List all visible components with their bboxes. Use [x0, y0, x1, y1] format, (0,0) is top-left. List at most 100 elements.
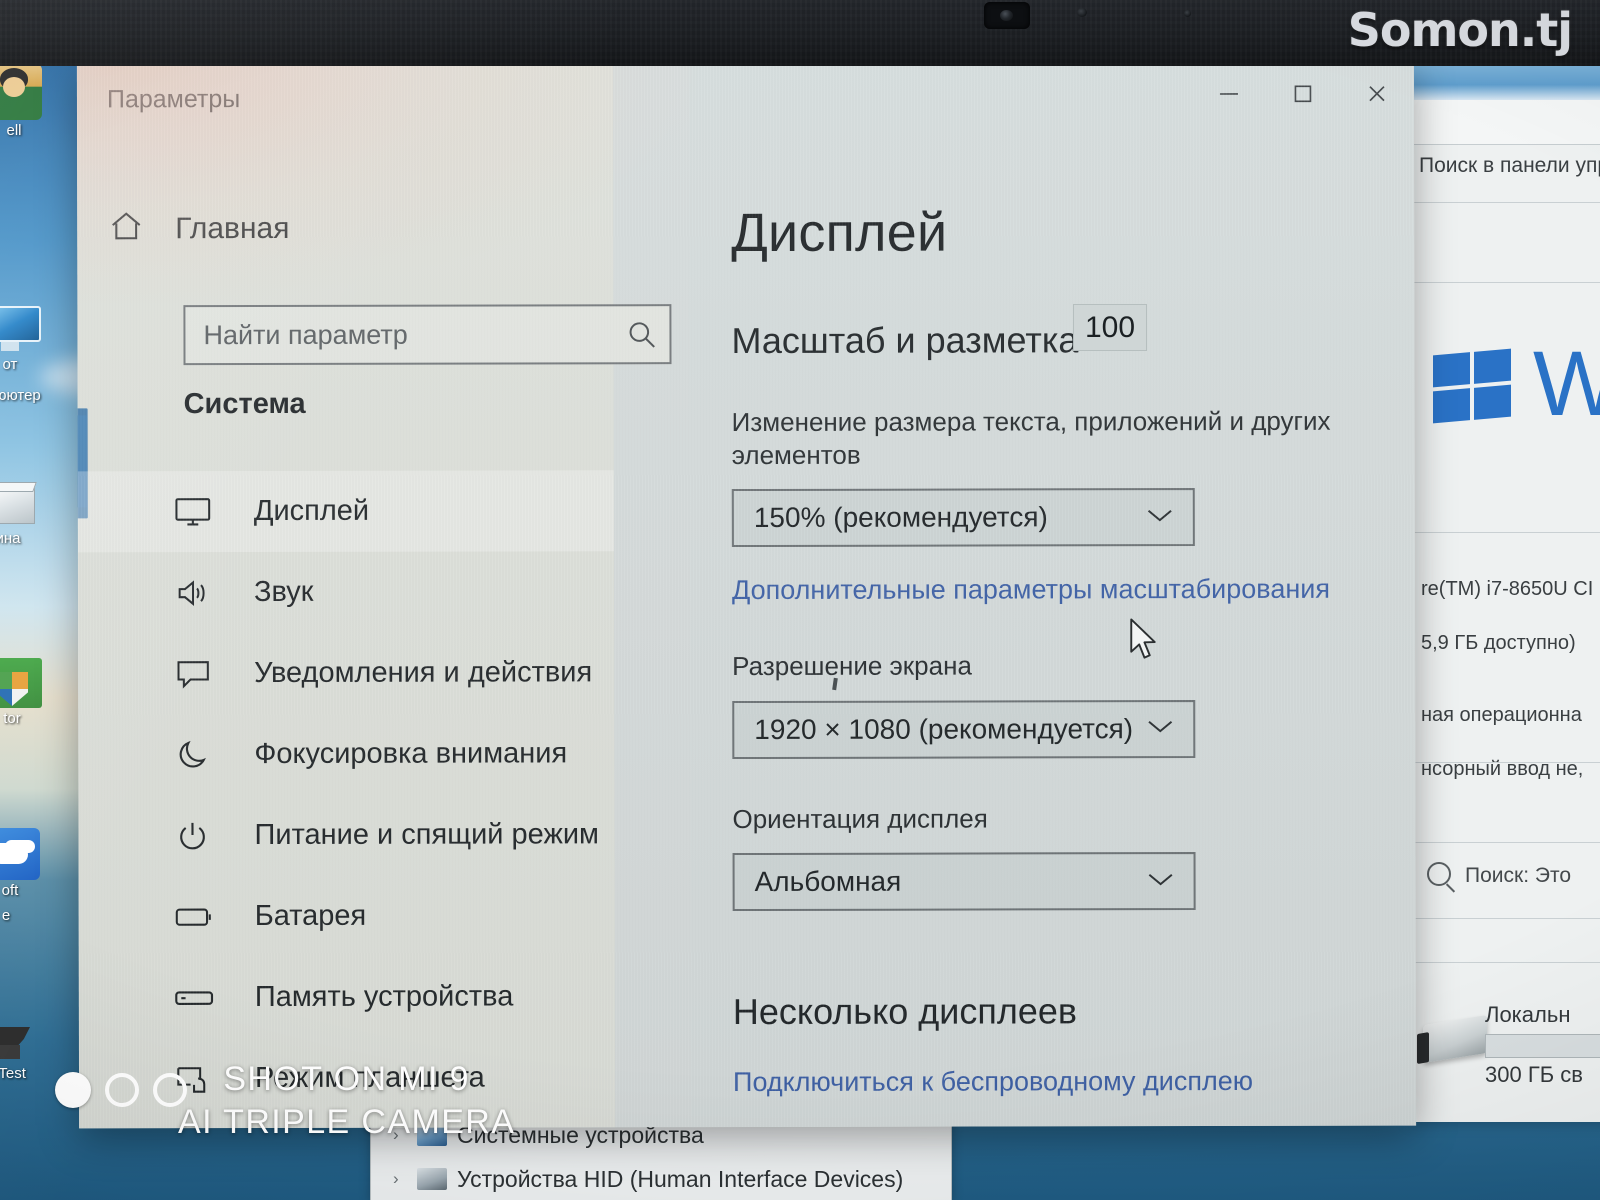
- windows-brand-letter: W: [1533, 338, 1600, 430]
- chevron-down-icon: [1146, 869, 1176, 894]
- explorer-search-placeholder: Поиск: Это: [1465, 864, 1572, 887]
- page-title: Дисплей: [731, 202, 948, 264]
- sidebar-item-sound[interactable]: Звук: [78, 551, 614, 633]
- orientation-dropdown-value: Альбомная: [754, 865, 902, 897]
- moon-icon: [174, 738, 214, 772]
- power-icon: [174, 819, 214, 853]
- system-info-lines: re(TM) i7-8650U CI 5,9 ГБ доступно) ная …: [1421, 562, 1600, 796]
- desktop-icon-label: dTest: [0, 1066, 26, 1082]
- sidebar-item-label: Батарея: [254, 899, 367, 933]
- desktop-icon-label: tor: [3, 711, 21, 727]
- sidebar-item-home[interactable]: Главная: [107, 208, 289, 249]
- window-controls: [1192, 61, 1414, 127]
- settings-content-pane: Дисплей Масштаб и разметка Изменение раз…: [688, 60, 1417, 1128]
- desktop-icon-monitor-shortcut[interactable]: от: [0, 306, 58, 373]
- wireless-display-link[interactable]: Подключиться к беспроводному дисплею: [733, 1066, 1253, 1098]
- battery-icon: [175, 906, 215, 928]
- windows-logo-icon: [1433, 348, 1511, 424]
- sidebar-nav-list: Дисплей Звук Уведомления и действия Фоку…: [77, 470, 616, 1128]
- chevron-right-icon[interactable]: ›: [393, 1169, 399, 1189]
- sidebar-item-label: Память устройства: [254, 980, 514, 1014]
- sidebar-item-label: Главная: [175, 211, 290, 245]
- resolution-dropdown[interactable]: 1920 × 1080 (рекомендуется): [732, 699, 1196, 759]
- webcam-icon: [984, 2, 1030, 29]
- sidebar-item-label: Дисплей: [253, 494, 370, 528]
- sidebar-item-label: Уведомления и действия: [254, 656, 593, 690]
- resolution-label: Разрешение экрана: [732, 650, 972, 682]
- anvil-icon: [0, 1013, 36, 1063]
- hard-drive-icon: [1423, 1014, 1487, 1064]
- orientation-label: Ориентация дисплея: [732, 802, 988, 834]
- desktop-icon-label: юютер: [0, 388, 41, 404]
- sidebar-item-focus-assist[interactable]: Фокусировка внимания: [78, 713, 614, 795]
- monitor-shortcut-icon: [0, 306, 41, 354]
- control-panel-search-input[interactable]: Поиск в панели упр: [1419, 154, 1600, 190]
- close-button[interactable]: [1340, 61, 1414, 127]
- resolution-dropdown-value: 1920 × 1080 (рекомендуется): [754, 712, 1134, 745]
- sidebar-item-label: Питание и спящий режим: [254, 818, 600, 852]
- system-info-line: 5,9 ГБ доступно): [1421, 632, 1576, 654]
- close-icon: [1369, 86, 1385, 102]
- device-tree-row[interactable]: › Устройства HID (Human Interface Device…: [371, 1157, 951, 1200]
- cloud-icon: [0, 828, 40, 880]
- desktop-icon-cloud-2[interactable]: e: [0, 908, 54, 924]
- desktop-icon-label: ина: [0, 531, 21, 547]
- settings-search-box[interactable]: [183, 304, 672, 366]
- maximize-button[interactable]: [1266, 61, 1340, 127]
- desktop-icon-label: ell: [6, 123, 22, 139]
- settings-titlebar[interactable]: Параметры: [77, 61, 1414, 150]
- advanced-scaling-link[interactable]: Дополнительные параметры масштабирования: [732, 574, 1330, 606]
- sidebar-item-display[interactable]: Дисплей: [77, 470, 614, 553]
- chevron-down-icon: [1145, 716, 1175, 741]
- sidebar-item-notifications[interactable]: Уведомления и действия: [78, 632, 614, 714]
- sidebar-item-power-sleep[interactable]: Питание и спящий режим: [78, 794, 614, 876]
- divider: [1413, 962, 1600, 963]
- explorer-search-box[interactable]: Поиск: Это: [1427, 862, 1600, 902]
- search-icon[interactable]: [613, 317, 669, 351]
- desktop-icon-shield[interactable]: tor: [0, 658, 60, 727]
- background-control-panel-window[interactable]: Поиск в панели упр W re(TM) i7-8650U CI …: [1412, 62, 1600, 1122]
- user-account-icon: [0, 64, 42, 120]
- scale-field-label: Изменение размера текста, приложений и д…: [731, 405, 1331, 470]
- maximize-icon: [1294, 85, 1312, 103]
- orientation-dropdown[interactable]: Альбомная: [732, 852, 1196, 912]
- desktop-icon-label: oft: [1, 883, 19, 899]
- sidebar-item-storage[interactable]: Память устройства: [79, 956, 615, 1038]
- scale-and-layout-heading: Масштаб и разметка: [731, 319, 1079, 362]
- app-title: Параметры: [106, 85, 241, 114]
- camera-watermark-line1: SHOT ON MI 9: [223, 1060, 470, 1098]
- desktop-icon-label: e: [1, 908, 11, 924]
- search-icon: [1427, 862, 1451, 886]
- minimize-icon: [1219, 93, 1238, 95]
- chevron-down-icon: [1145, 505, 1175, 530]
- chat-bubble-icon: [174, 658, 214, 690]
- settings-window[interactable]: Главная Система Ди: [76, 60, 1417, 1129]
- desktop-icon-box[interactable]: ина: [0, 480, 56, 547]
- multiple-displays-heading: Несколько дисплеев: [732, 990, 1078, 1033]
- camera-watermark-text: SHOT ON MI 9 AI TRIPLE CAMERA: [178, 1058, 515, 1143]
- desktop-icon-anvil[interactable]: dTest: [0, 1013, 56, 1082]
- divider: [1413, 282, 1600, 283]
- divider: [1413, 918, 1600, 919]
- search-input[interactable]: [185, 306, 614, 364]
- control-panel-address-bar[interactable]: [1413, 100, 1600, 145]
- divider: [1413, 762, 1600, 763]
- desktop-icon-this-pc[interactable]: юютер: [0, 388, 66, 404]
- divider: [1413, 532, 1600, 533]
- storage-icon: [175, 988, 215, 1008]
- site-watermark: Somon.tj: [1347, 3, 1573, 57]
- desktop-icon-cloud[interactable]: oft: [0, 828, 58, 899]
- box-icon: [0, 480, 37, 528]
- sidebar-item-label: Звук: [253, 575, 314, 609]
- scale-dropdown[interactable]: 150% (рекомендуется): [731, 488, 1195, 548]
- system-info-line: re(TM) i7-8650U CI: [1421, 578, 1594, 600]
- camera-watermark-dots: [55, 1072, 187, 1108]
- drive-capacity-bar: [1485, 1034, 1600, 1058]
- sidebar-item-battery[interactable]: Батарея: [79, 875, 615, 957]
- desktop-icon-user-account[interactable]: ell: [0, 64, 62, 139]
- sidebar-item-label: Фокусировка внимания: [254, 737, 568, 771]
- minimize-button[interactable]: [1192, 61, 1266, 127]
- camera-watermark-line2: AI TRIPLE CAMERA: [178, 1102, 516, 1141]
- shield-icon: [0, 658, 42, 708]
- camera-lens-icon: [105, 1073, 139, 1107]
